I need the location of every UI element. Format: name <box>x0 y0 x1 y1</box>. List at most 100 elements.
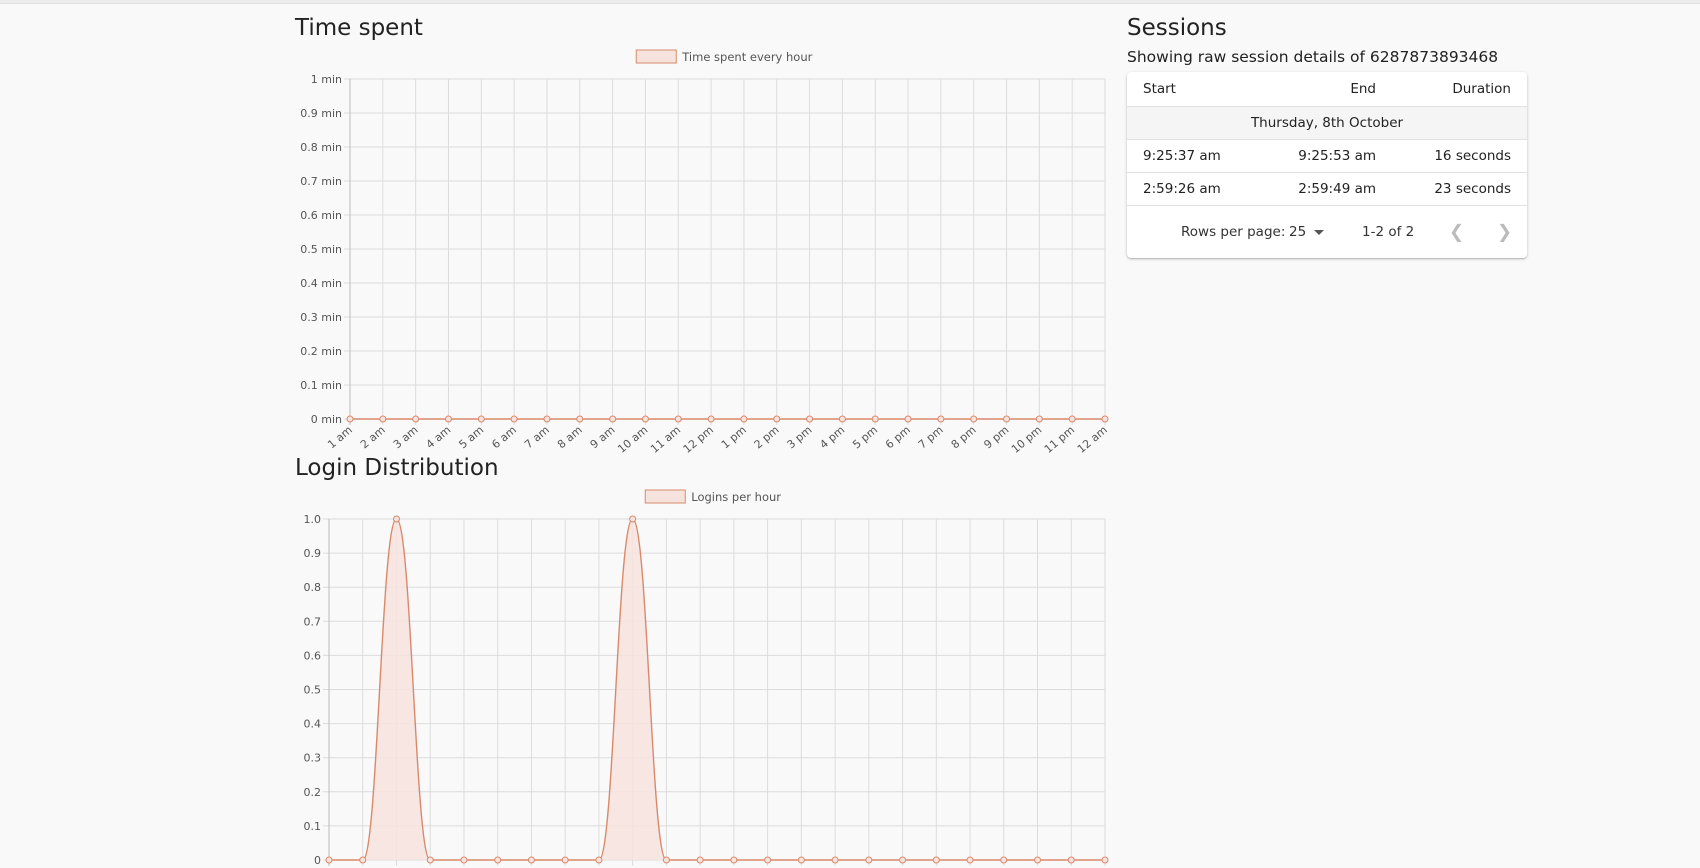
time-spent-x-tick: 8 am <box>555 423 585 451</box>
time-spent-data-point <box>477 415 485 423</box>
logins-legend-label: Logins per hour <box>691 490 781 504</box>
chevron-right-icon[interactable]: ❯ <box>1497 222 1512 243</box>
time-spent-data-point <box>609 415 617 423</box>
logins-data-point <box>392 515 400 523</box>
logins-data-point <box>359 856 367 864</box>
time-spent-legend-swatch <box>635 49 677 64</box>
time-spent-data-point <box>543 415 551 423</box>
time-spent-data-point <box>707 415 715 423</box>
time-spent-y-tick: 0.8 min <box>300 141 342 154</box>
logins-data-point <box>764 856 772 864</box>
time-spent-data-point <box>1035 415 1043 423</box>
logins-y-tick: 0.2 <box>304 786 322 799</box>
logins-data-point <box>797 856 805 864</box>
table-header-row: Start End Duration <box>1127 72 1527 107</box>
logins-data-point <box>662 856 670 864</box>
table-group-row: Thursday, 8th October <box>1127 107 1527 140</box>
time-spent-x-tick: 12 am <box>1075 423 1110 455</box>
logins-data-point <box>561 856 569 864</box>
logins-data-point <box>629 515 637 523</box>
time-spent-y-tick: 0.4 min <box>300 277 342 290</box>
time-spent-x-tick: 11 pm <box>1042 423 1077 456</box>
pagination-range: 1-2 of 2 <box>1362 224 1415 240</box>
group-date-label: Thursday, 8th October <box>1250 115 1404 131</box>
time-spent-x-tick: 4 am <box>424 423 454 451</box>
time-spent-x-tick: 3 pm <box>785 423 815 451</box>
column-header-start[interactable]: Start <box>1143 81 1176 97</box>
logins-y-tick: 0.9 <box>304 547 322 560</box>
time-spent-data-point <box>576 415 584 423</box>
chevron-left-icon[interactable]: ❮ <box>1449 222 1464 243</box>
time-spent-legend: Time spent every hour <box>635 49 813 64</box>
logins-data-point <box>899 856 907 864</box>
time-spent-data-point <box>806 415 814 423</box>
time-spent-legend-label: Time spent every hour <box>681 50 812 64</box>
time-spent-y-tick: 0.9 min <box>300 107 342 120</box>
time-spent-x-tick: 1 am <box>325 423 355 451</box>
time-spent-y-tick: 1 min <box>311 73 342 86</box>
time-spent-data-point <box>674 415 682 423</box>
logins-data-point <box>325 856 333 864</box>
time-spent-data-point <box>740 415 748 423</box>
column-header-end[interactable]: End <box>1350 81 1376 97</box>
logins-data-point <box>527 856 535 864</box>
logins-y-tick: 0.8 <box>304 581 322 594</box>
time-spent-x-tick: 9 am <box>588 423 618 451</box>
time-spent-x-tick: 9 pm <box>981 423 1011 451</box>
sessions-table: Start End Duration Thursday, 8th October… <box>1127 72 1527 258</box>
time-spent-data-point <box>904 415 912 423</box>
logins-y-tick: 0.5 <box>304 684 322 697</box>
logins-data-point <box>494 856 502 864</box>
session-start: 9:25:37 am <box>1143 148 1221 164</box>
time-spent-data-point <box>1101 415 1109 423</box>
time-spent-x-tick: 10 am <box>615 423 650 455</box>
time-spent-x-tick: 1 pm <box>719 423 749 451</box>
logins-legend: Logins per hour <box>644 489 781 504</box>
logins-data-point <box>1101 856 1109 864</box>
time-spent-y-tick: 0.5 min <box>300 243 342 256</box>
rows-per-page-value: 25 <box>1289 224 1307 240</box>
logins-y-tick: 0 <box>314 854 321 867</box>
time-spent-x-tick: 4 pm <box>817 423 847 451</box>
logins-y-tick: 1.0 <box>304 513 322 526</box>
column-header-duration[interactable]: Duration <box>1452 81 1511 97</box>
time-spent-x-tick: 5 am <box>456 423 486 451</box>
logins-data-point <box>730 856 738 864</box>
time-spent-data-point <box>773 415 781 423</box>
time-spent-x-tick: 8 pm <box>949 423 979 451</box>
sessions-subtitle: Showing raw session details of 628787389… <box>1127 48 1499 66</box>
logins-data-point <box>1067 856 1075 864</box>
session-duration: 23 seconds <box>1434 181 1511 197</box>
table-row[interactable]: 9:25:37 am 9:25:53 am 16 seconds <box>1127 140 1527 173</box>
time-spent-x-tick: 2 am <box>358 423 388 451</box>
logins-y-tick: 0.3 <box>304 752 322 765</box>
rows-per-page-select[interactable]: 25 <box>1289 224 1325 240</box>
session-start: 2:59:26 am <box>1143 181 1221 197</box>
table-row[interactable]: 2:59:26 am 2:59:49 am 23 seconds <box>1127 173 1527 206</box>
logins-data-point <box>831 856 839 864</box>
session-end: 9:25:53 am <box>1298 148 1376 164</box>
logins-y-tick: 0.7 <box>304 615 322 628</box>
time-spent-data-point <box>412 415 420 423</box>
logins-data-point <box>426 856 434 864</box>
time-spent-x-tick: 12 pm <box>681 423 716 456</box>
time-spent-x-tick: 11 am <box>648 423 683 455</box>
logins-y-tick: 0.6 <box>304 649 322 662</box>
time-spent-y-tick: 0.6 min <box>300 209 342 222</box>
time-spent-data-point <box>510 415 518 423</box>
time-spent-data-point <box>838 415 846 423</box>
logins-data-point <box>595 856 603 864</box>
time-spent-x-tick: 10 pm <box>1009 423 1044 456</box>
logins-legend-swatch <box>644 489 686 504</box>
time-spent-data-point <box>346 415 354 423</box>
session-end: 2:59:49 am <box>1298 181 1376 197</box>
session-duration: 16 seconds <box>1434 148 1511 164</box>
time-spent-data-point <box>444 415 452 423</box>
sessions-title: Sessions <box>1127 15 1227 41</box>
time-spent-data-point <box>1003 415 1011 423</box>
time-spent-data-point <box>970 415 978 423</box>
time-spent-x-tick: 7 am <box>522 423 552 451</box>
caret-down-icon <box>1314 229 1325 235</box>
time-spent-y-tick: 0.1 min <box>300 379 342 392</box>
logins-y-tick: 0.1 <box>304 820 322 833</box>
